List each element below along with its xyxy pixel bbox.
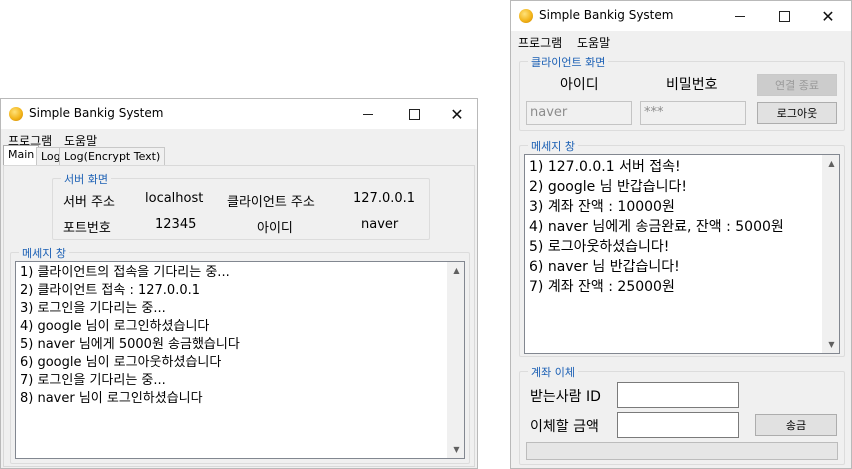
coin-icon (519, 9, 533, 23)
message-lines: 1) 클라이언트의 접속을 기다리는 중... 2) 클라이언트 접속 : 12… (20, 264, 446, 408)
list-item: 3) 계좌 잔액 : 10000원 (529, 199, 675, 215)
maximize-icon[interactable] (391, 99, 437, 129)
vertical-scrollbar[interactable]: ▲ ▼ (822, 155, 839, 353)
chevron-up-icon[interactable]: ▲ (449, 263, 464, 278)
menu-bar: 프로그램 도움말 (1, 129, 477, 149)
message-group: 메세지 창 1) 클라이언트의 접속을 기다리는 중... 2) 클라이언트 접… (10, 245, 470, 464)
id-label: 아이디 (257, 221, 293, 236)
server-info-group: 서버 화면 서버 주소 localhost 클라이언트 주소 127.0.0.1… (52, 171, 430, 240)
transfer-group: 계좌 이체 받는사람 ID 이체할 금액 송금 (519, 364, 845, 465)
tab-main[interactable]: Main (3, 145, 40, 166)
chevron-up-icon[interactable]: ▲ (824, 156, 839, 171)
id-input[interactable]: naver (526, 101, 632, 125)
list-item: 3) 로그인을 기다리는 중... (20, 301, 166, 316)
list-item: 7) 계좌 잔액 : 25000원 (529, 279, 675, 295)
list-item: 5) naver 님에게 5000원 송금했습니다 (20, 337, 240, 352)
menu-help[interactable]: 도움말 (577, 34, 610, 51)
window-title: Simple Bankig System (29, 106, 164, 120)
list-item: 2) google 님 반갑습니다! (529, 179, 688, 195)
list-item: 5) 로그아웃하셨습니다! (529, 239, 670, 255)
group-legend: 서버 화면 (61, 171, 111, 187)
client-window: Simple Bankig System ✕ 프로그램 도움말 클라이언트 화면… (510, 0, 852, 469)
list-item: 8) naver 님이 로그인하셨습니다 (20, 391, 203, 406)
group-legend: 클라이언트 화면 (528, 54, 609, 70)
group-legend: 메세지 창 (19, 245, 69, 261)
message-lines: 1) 127.0.0.1 서버 접속! 2) google 님 반갑습니다! 3… (529, 157, 821, 297)
password-input[interactable]: *** (640, 101, 746, 125)
minimize-icon[interactable] (717, 1, 763, 31)
server-titlebar[interactable]: Simple Bankig System ✕ (1, 99, 477, 129)
list-item: 6) naver 님 반갑습니다! (529, 259, 680, 275)
group-legend: 계좌 이체 (528, 364, 578, 380)
vertical-scrollbar[interactable]: ▲ ▼ (447, 262, 464, 458)
logout-button[interactable]: 로그아웃 (757, 102, 837, 124)
menu-program[interactable]: 프로그램 (518, 34, 562, 51)
server-address-label: 서버 주소 (63, 195, 115, 210)
tab-log-encrypt[interactable]: Log(Encrypt Text) (59, 147, 166, 165)
id-label: 아이디 (560, 77, 599, 93)
amount-label: 이체할 금액 (530, 419, 599, 435)
chevron-down-icon[interactable]: ▼ (824, 337, 839, 352)
list-item: 6) google 님이 로그아웃하셨습니다 (20, 355, 222, 370)
list-item: 1) 클라이언트의 접속을 기다리는 중... (20, 265, 230, 280)
list-item: 4) google 님이 로그인하셨습니다 (20, 319, 210, 334)
maximize-icon[interactable] (761, 1, 807, 31)
server-address-value: localhost (145, 191, 204, 206)
client-titlebar[interactable]: Simple Bankig System ✕ (511, 1, 851, 31)
server-window: Simple Bankig System ✕ 프로그램 도움말 Main Log… (0, 98, 478, 469)
id-value: naver (361, 217, 399, 232)
group-legend: 메세지 창 (528, 138, 578, 154)
coin-icon (9, 107, 23, 121)
tab-content: 서버 화면 서버 주소 localhost 클라이언트 주소 127.0.0.1… (3, 165, 475, 467)
amount-input[interactable] (617, 412, 739, 438)
recipient-id-input[interactable] (617, 382, 739, 408)
port-value: 12345 (155, 217, 197, 232)
list-item: 2) 클라이언트 접속 : 127.0.0.1 (20, 283, 200, 298)
list-item: 1) 127.0.0.1 서버 접속! (529, 159, 681, 175)
port-label: 포트번호 (63, 221, 111, 236)
close-icon[interactable]: ✕ (434, 99, 480, 129)
password-label: 비밀번호 (666, 77, 718, 93)
message-list[interactable]: 1) 127.0.0.1 서버 접속! 2) google 님 반갑습니다! 3… (524, 154, 840, 354)
send-button[interactable]: 송금 (755, 414, 837, 436)
client-address-value: 127.0.0.1 (353, 191, 416, 206)
list-item: 4) naver 님에게 송금완료, 잔액 : 5000원 (529, 219, 784, 235)
transfer-progress-bar (526, 442, 838, 460)
client-address-label: 클라이언트 주소 (227, 195, 315, 210)
disconnect-button[interactable]: 연결 종료 (757, 74, 837, 96)
close-icon[interactable]: ✕ (805, 1, 851, 31)
list-item: 7) 로그인을 기다리는 중... (20, 373, 166, 388)
message-group: 메세지 창 1) 127.0.0.1 서버 접속! 2) google 님 반갑… (519, 138, 845, 357)
menu-bar: 프로그램 도움말 (511, 31, 851, 51)
message-list[interactable]: 1) 클라이언트의 접속을 기다리는 중... 2) 클라이언트 접속 : 12… (15, 261, 465, 459)
minimize-icon[interactable] (345, 99, 391, 129)
chevron-down-icon[interactable]: ▼ (449, 442, 464, 457)
client-info-group: 클라이언트 화면 아이디 비밀번호 연결 종료 naver *** 로그아웃 (519, 54, 845, 131)
window-title: Simple Bankig System (539, 8, 674, 22)
recipient-id-label: 받는사람 ID (530, 389, 601, 405)
